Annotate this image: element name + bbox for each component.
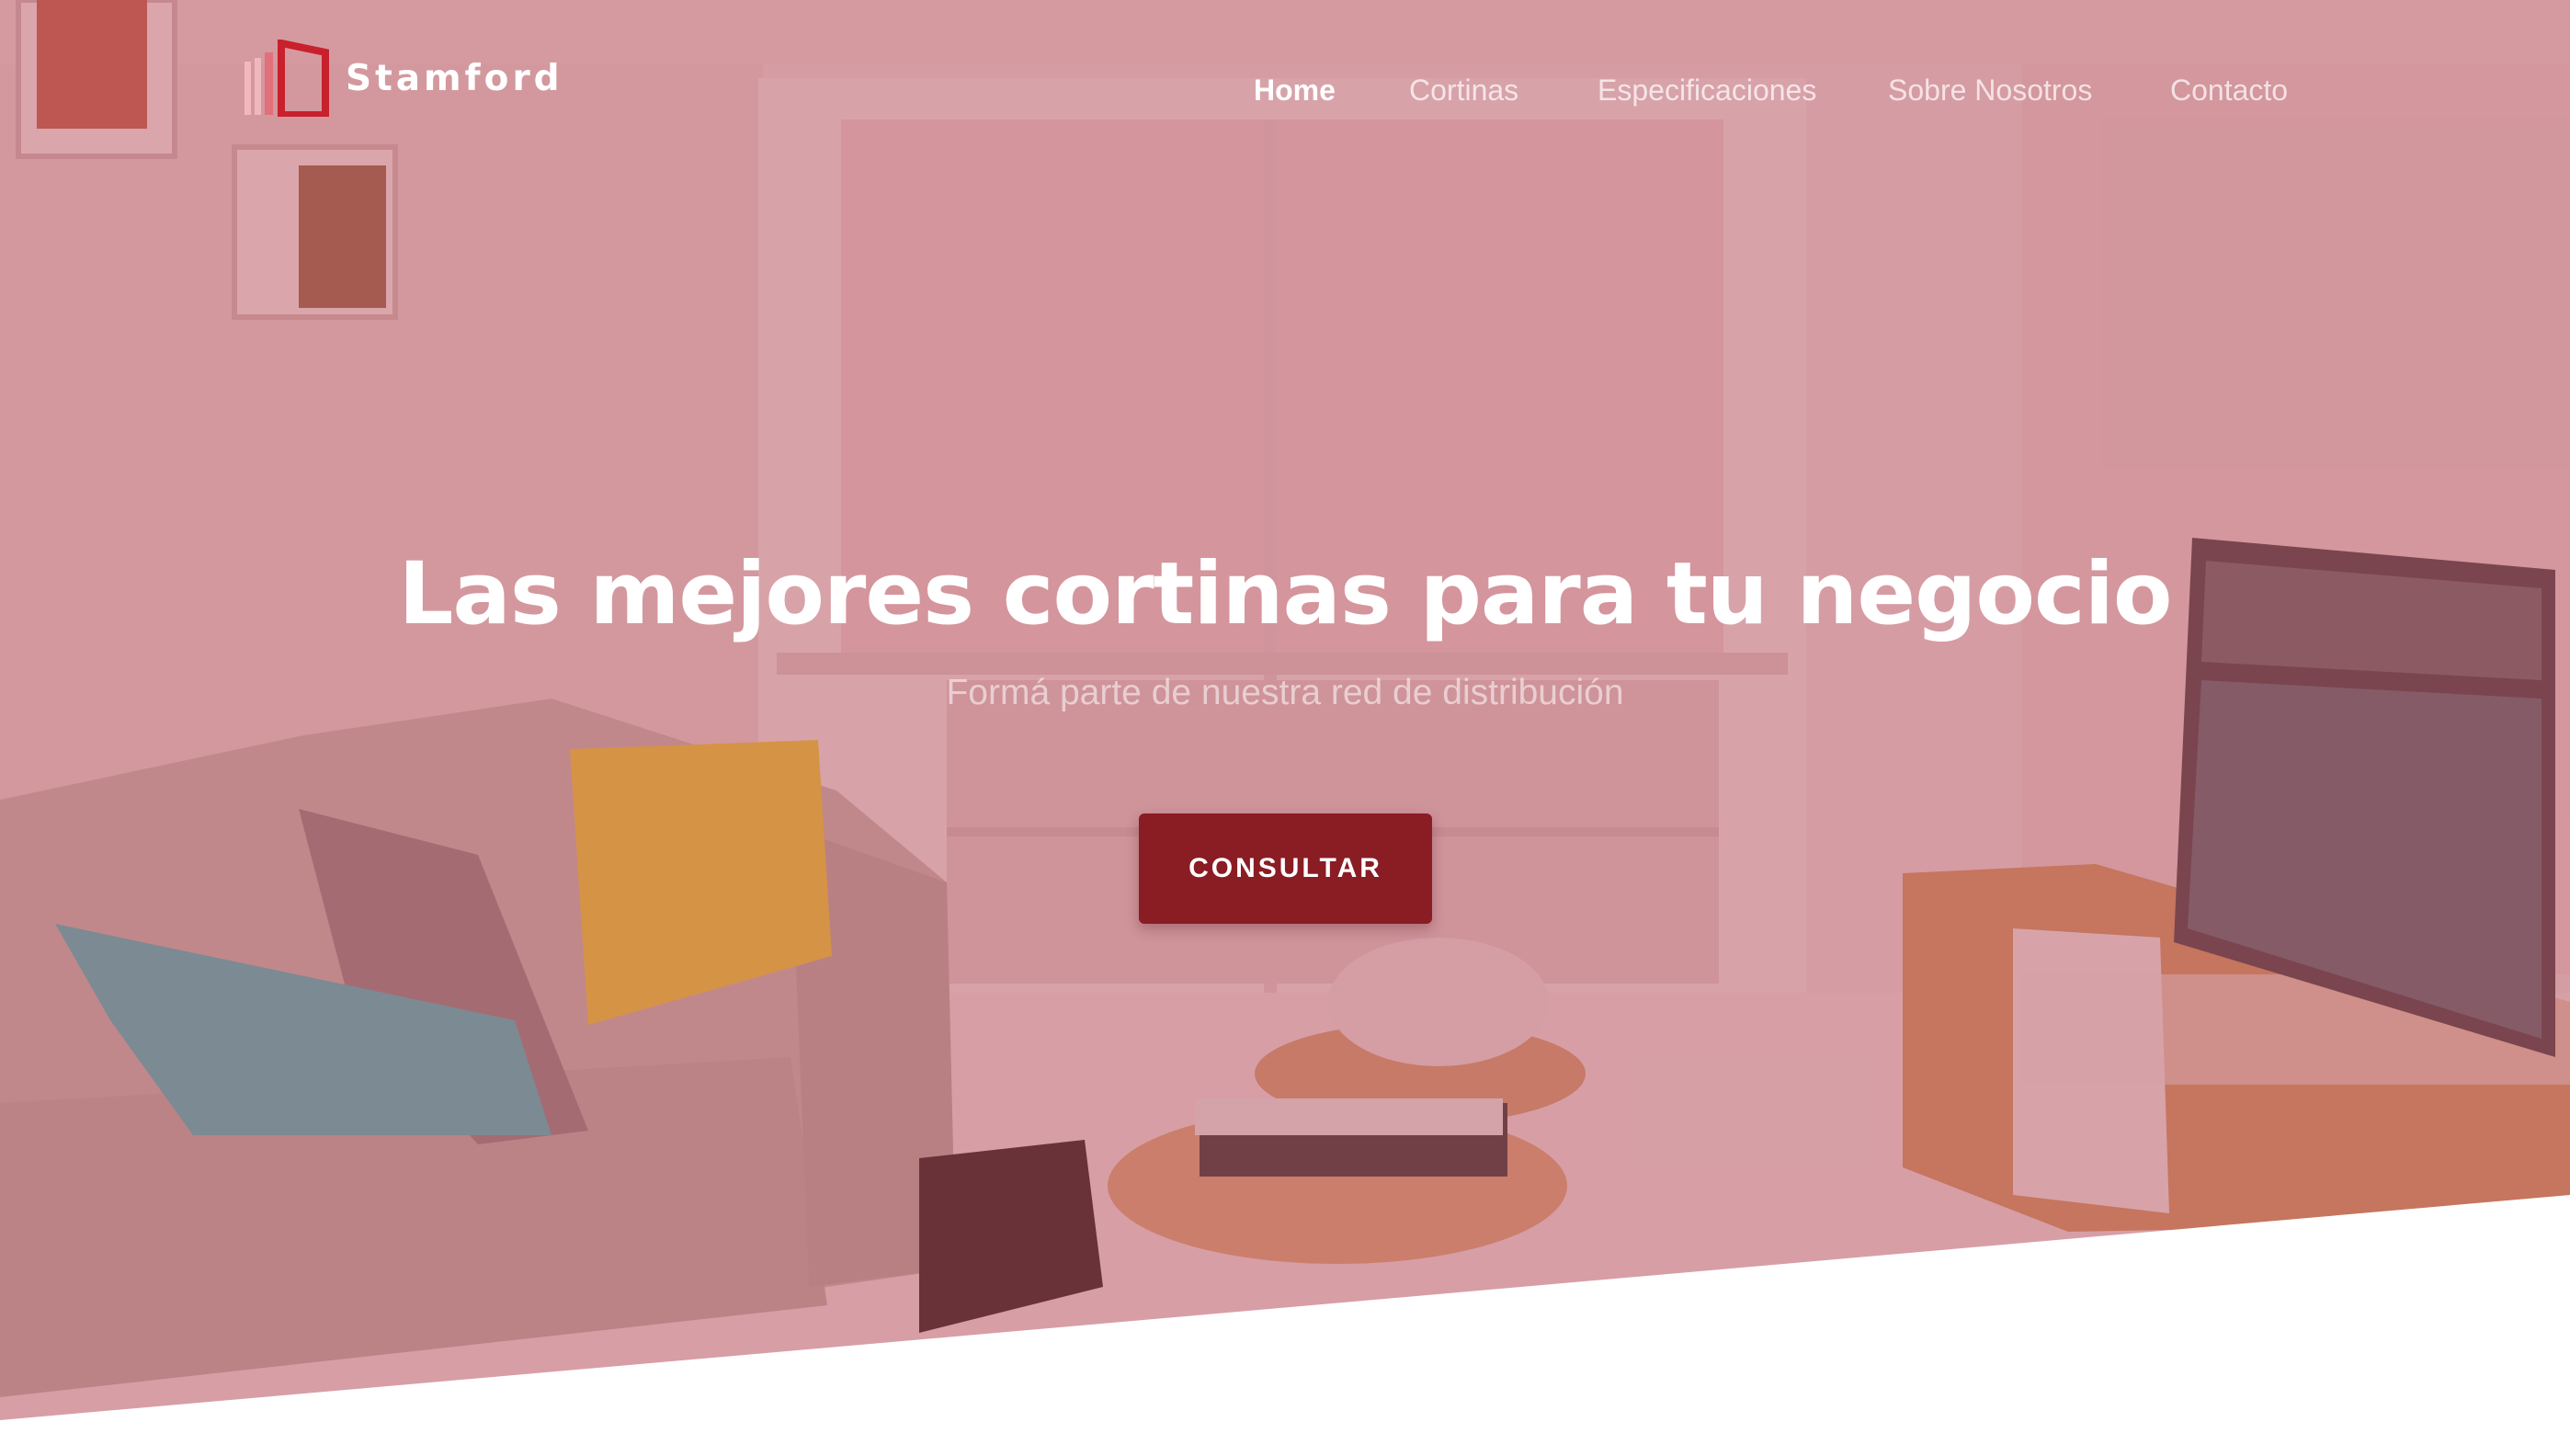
nav-link-sobre-nosotros[interactable]: Sobre Nosotros (1888, 74, 2092, 108)
hero-section: Stamford Home Cortinas Especificaciones … (0, 0, 2570, 1456)
brand-link[interactable]: Stamford (244, 37, 563, 119)
nav-link-cortinas[interactable]: Cortinas (1409, 74, 1518, 108)
hero-title: Las mejores cortinas para tu negocio (398, 544, 2172, 644)
consultar-button[interactable]: CONSULTAR (1139, 813, 1432, 924)
nav-link-contacto[interactable]: Contacto (2170, 74, 2288, 108)
hero-subtitle: Formá parte de nuestra red de distribuci… (946, 673, 1624, 712)
hero-slanted-divider (0, 1195, 2570, 1456)
brand-name: Stamford (346, 57, 563, 99)
nav-link-especificaciones[interactable]: Especificaciones (1598, 74, 1816, 108)
nav-link-home[interactable]: Home (1254, 74, 1336, 108)
top-navbar: Stamford Home Cortinas Especificaciones … (0, 0, 2570, 184)
stamford-window-logo-icon (244, 40, 329, 117)
